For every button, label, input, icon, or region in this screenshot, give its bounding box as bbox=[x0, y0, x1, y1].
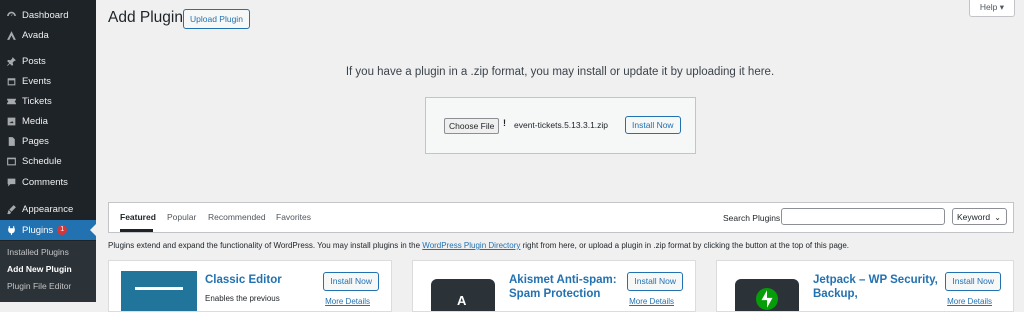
ticket-icon bbox=[0, 96, 22, 107]
admin-sidebar: Dashboard Avada Posts Events Tickets Med… bbox=[0, 0, 96, 302]
install-now-button[interactable]: Install Now bbox=[323, 272, 379, 291]
submenu-installed-plugins[interactable]: Installed Plugins bbox=[7, 247, 69, 257]
search-plugins-input[interactable] bbox=[781, 208, 945, 225]
tab-popular[interactable]: Popular bbox=[167, 212, 196, 222]
upload-plugin-button[interactable]: Upload Plugin bbox=[183, 9, 250, 29]
tab-recommended[interactable]: Recommended bbox=[208, 212, 266, 222]
akismet-icon: A bbox=[431, 279, 495, 311]
pin-icon bbox=[0, 56, 22, 67]
menu-label: Tickets bbox=[22, 95, 52, 107]
menu-plugins[interactable]: Plugins 1 bbox=[0, 220, 96, 240]
upload-form: Choose File ! event-tickets.5.13.3.1.zip… bbox=[425, 97, 696, 154]
install-now-button[interactable]: Install Now bbox=[625, 116, 681, 134]
dashboard-icon bbox=[0, 10, 22, 21]
choose-file-button[interactable]: Choose File bbox=[444, 118, 500, 134]
active-menu-arrow bbox=[90, 224, 96, 236]
calendar-icon bbox=[0, 76, 22, 87]
menu-label: Posts bbox=[22, 55, 46, 67]
menu-label: Dashboard bbox=[22, 9, 69, 21]
menu-dashboard[interactable]: Dashboard bbox=[0, 5, 96, 25]
search-type-value: Keyword bbox=[957, 212, 991, 222]
menu-pages[interactable]: Pages bbox=[0, 131, 96, 151]
selected-filename: event-tickets.5.13.3.1.zip bbox=[514, 120, 609, 130]
menu-label: Plugins bbox=[22, 224, 54, 236]
menu-label: Events bbox=[22, 75, 52, 87]
submenu-plugin-file-editor[interactable]: Plugin File Editor bbox=[7, 281, 71, 291]
classic-editor-icon bbox=[121, 271, 197, 311]
jetpack-icon bbox=[735, 279, 799, 311]
plugin-name[interactable]: Akismet Anti-spam: Spam Protection bbox=[509, 273, 629, 301]
menu-label: Media bbox=[22, 115, 48, 127]
plugins-submenu: Installed Plugins Add New Plugin Plugin … bbox=[0, 241, 96, 302]
install-now-button[interactable]: Install Now bbox=[627, 272, 683, 291]
update-count-badge: 1 bbox=[57, 225, 68, 235]
page-title: Add Plugins bbox=[108, 9, 191, 26]
intro-text-before: Plugins extend and expand the functional… bbox=[108, 241, 423, 250]
search-plugins-label: Search Plugins bbox=[723, 213, 781, 223]
submenu-add-new-plugin[interactable]: Add New Plugin bbox=[7, 264, 72, 274]
page-icon bbox=[0, 136, 22, 147]
menu-label: Appearance bbox=[22, 203, 74, 215]
media-icon bbox=[0, 116, 22, 127]
menu-label: Schedule bbox=[22, 155, 62, 167]
avada-icon bbox=[0, 30, 22, 41]
plugin-name[interactable]: Jetpack – WP Security, Backup, bbox=[813, 273, 953, 301]
menu-tickets[interactable]: Tickets bbox=[0, 91, 96, 111]
intro-text-after: right from here, or upload a plugin in .… bbox=[520, 241, 850, 250]
active-tab-indicator bbox=[120, 229, 153, 232]
tab-favorites[interactable]: Favorites bbox=[276, 212, 311, 222]
install-now-button[interactable]: Install Now bbox=[945, 272, 1001, 291]
menu-comments[interactable]: Comments bbox=[0, 172, 96, 192]
plugin-directory-link[interactable]: WordPress Plugin Directory bbox=[422, 241, 520, 250]
help-tab-button[interactable]: Help ▾ bbox=[968, 0, 1015, 17]
menu-appearance[interactable]: Appearance bbox=[0, 199, 96, 219]
file-warning-icon: ! bbox=[503, 118, 506, 128]
menu-schedule[interactable]: Schedule bbox=[0, 151, 96, 171]
plugin-icon bbox=[0, 225, 22, 236]
chevron-down-icon: ⌄ bbox=[994, 213, 1001, 222]
menu-label: Pages bbox=[22, 135, 49, 147]
plugin-name[interactable]: Classic Editor bbox=[205, 273, 325, 287]
plugin-card-akismet: A Akismet Anti-spam: Spam Protection Ins… bbox=[412, 260, 696, 312]
plugin-card-classic-editor: Classic Editor Enables the previous Inst… bbox=[108, 260, 392, 312]
menu-label: Comments bbox=[22, 176, 68, 188]
search-type-select[interactable]: Keyword ⌄ bbox=[952, 208, 1007, 225]
menu-media[interactable]: Media bbox=[0, 111, 96, 131]
menu-label: Avada bbox=[22, 29, 49, 41]
menu-events[interactable]: Events bbox=[0, 71, 96, 91]
menu-avada[interactable]: Avada bbox=[0, 25, 96, 45]
plugin-filter-bar: Featured Popular Recommended Favorites S… bbox=[108, 202, 1014, 233]
plugin-card-jetpack: Jetpack – WP Security, Backup, Install N… bbox=[716, 260, 1014, 312]
menu-posts[interactable]: Posts bbox=[0, 51, 96, 71]
schedule-icon bbox=[0, 156, 22, 167]
brush-icon bbox=[0, 204, 22, 215]
upload-instructions: If you have a plugin in a .zip format, y… bbox=[345, 66, 775, 78]
plugins-intro-text: Plugins extend and expand the functional… bbox=[108, 241, 849, 250]
comment-icon bbox=[0, 177, 22, 188]
tab-featured[interactable]: Featured bbox=[120, 212, 156, 222]
